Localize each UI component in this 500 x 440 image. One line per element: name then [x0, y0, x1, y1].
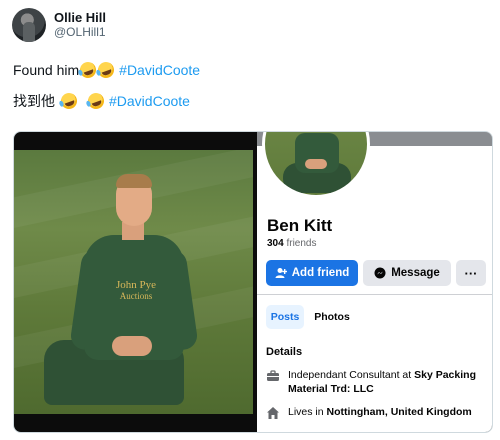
detail-lives: Lives in Nottingham, United Kingdom — [266, 405, 488, 420]
shirt-sponsor: John Pye Auctions — [110, 280, 162, 302]
player-figure: John Pye Auctions — [14, 150, 253, 414]
message-button[interactable]: Message — [363, 260, 451, 286]
author-handle[interactable]: @OLHill1 — [54, 25, 106, 40]
work-prefix: Independant Consultant at — [288, 369, 415, 381]
tweet-text-2: 找到他 — [13, 93, 55, 109]
author-display-name[interactable]: Ollie Hill — [54, 10, 106, 26]
rofl-emoji-icon — [85, 90, 107, 112]
more-options-button[interactable]: ··· — [456, 260, 486, 286]
tweet-media[interactable]: John Pye Auctions Ben Kitt 304 friends A… — [13, 131, 493, 433]
more-dots-icon: ··· — [464, 265, 478, 281]
hashtag-link[interactable]: #DavidCoote — [109, 92, 190, 110]
rofl-emoji-icon — [58, 90, 80, 112]
rofl-emoji-icon — [95, 59, 117, 81]
hashtag-link[interactable]: #DavidCoote — [119, 61, 200, 79]
friends-number: 304 — [267, 238, 284, 249]
tab-photos[interactable]: Photos — [309, 305, 355, 329]
add-friend-label: Add friend — [291, 267, 350, 279]
tab-posts[interactable]: Posts — [266, 305, 304, 329]
messenger-icon — [374, 267, 386, 279]
friends-count[interactable]: 304 friends — [267, 238, 316, 249]
player-photo[interactable]: John Pye Auctions — [14, 150, 253, 414]
add-friend-button[interactable]: Add friend — [266, 260, 358, 286]
friends-label: friends — [286, 238, 317, 249]
tweet-line-2: 找到他 #DavidCoote — [13, 90, 190, 112]
author-avatar[interactable] — [12, 8, 46, 42]
home-icon — [267, 407, 279, 419]
author-names: Ollie Hill @OLHill1 — [54, 10, 106, 40]
tweet-header: Ollie Hill @OLHill1 — [12, 8, 106, 42]
message-label: Message — [391, 267, 440, 279]
briefcase-icon — [267, 370, 279, 381]
tweet-text-1: Found him — [13, 62, 80, 78]
divider — [257, 294, 492, 295]
profile-picture[interactable] — [262, 132, 370, 198]
sponsor-line-2: Auctions — [119, 291, 153, 301]
detail-work: Independant Consultant at Sky Packing Ma… — [266, 368, 488, 396]
tweet-line-1: Found him #DavidCoote — [13, 59, 200, 81]
lives-prefix: Lives in — [288, 406, 327, 418]
add-friend-icon — [275, 268, 287, 278]
profile-name: Ben Kitt — [267, 216, 333, 235]
sponsor-line-1: John Pye — [115, 279, 157, 291]
lives-place[interactable]: Nottingham, United Kingdom — [327, 406, 472, 418]
facebook-profile-panel: Ben Kitt 304 friends Add friend Message … — [257, 132, 492, 432]
details-heading: Details — [266, 346, 303, 358]
